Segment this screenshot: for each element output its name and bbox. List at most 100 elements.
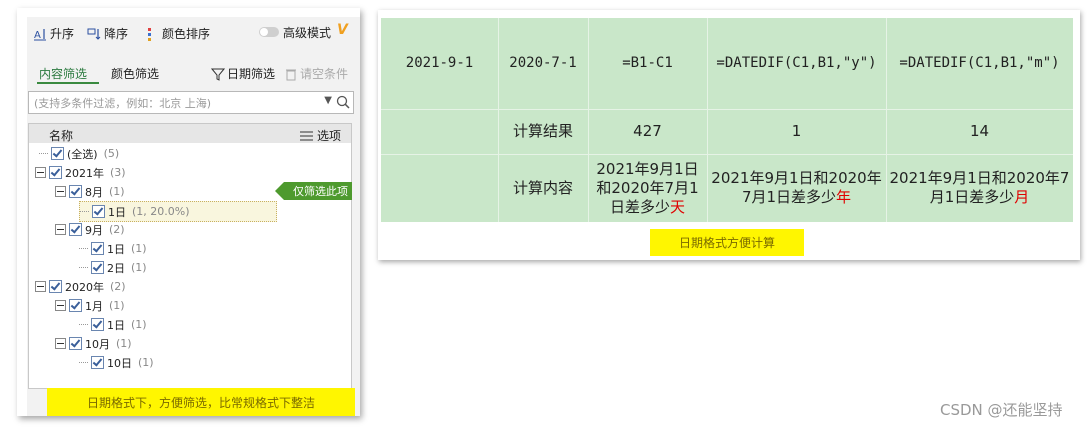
tree-item-select-all[interactable]: (全选) (5): [39, 144, 119, 163]
search-dropdown-icon[interactable]: ▼: [324, 95, 332, 106]
tree-item-label: 10月: [85, 337, 110, 351]
cell-c2[interactable]: 427: [588, 109, 707, 154]
sort-asc-button[interactable]: A 升序: [33, 25, 74, 42]
sort-desc-icon: [87, 28, 101, 40]
sort-desc-button[interactable]: 降序: [87, 25, 128, 42]
cell-d3-unit: 年: [836, 188, 852, 206]
tree-item-day-2[interactable]: 2日 (1): [79, 258, 147, 277]
tree-item-month-8[interactable]: 8月 (1): [55, 182, 125, 201]
cell-e3-text: 2021年9月1日和2020年7月1日差多少: [889, 169, 1070, 206]
tree-item-count: (2): [109, 223, 125, 236]
tree-item-label: 2021年: [65, 166, 104, 180]
checkbox[interactable]: [92, 205, 105, 218]
advanced-mode-toggle[interactable]: [259, 27, 279, 37]
color-sort-button[interactable]: 颜色排序: [145, 25, 210, 42]
clear-conditions-button[interactable]: 请空条件: [284, 65, 348, 82]
cell-d1[interactable]: =DATEDIF(C1,B1,"y"): [707, 18, 886, 109]
filter-tabs: 内容筛选 颜色筛选 日期筛选 请空条件: [27, 63, 360, 84]
tree-item-count: (5): [103, 147, 120, 160]
collapse-icon[interactable]: [55, 338, 66, 349]
search-icon[interactable]: [336, 95, 350, 109]
collapse-icon[interactable]: [35, 281, 46, 292]
tree-item-year-2021[interactable]: 2021年 (3): [35, 163, 126, 182]
checkbox[interactable]: [49, 166, 62, 179]
tree-item-day-10[interactable]: 10日 (1): [79, 353, 154, 372]
cell-a1[interactable]: 2021-9-1: [381, 18, 498, 109]
tree-item-count: (1): [131, 318, 147, 331]
checkbox[interactable]: [91, 261, 104, 274]
sort-asc-label: 升序: [50, 27, 75, 41]
sort-asc-icon: A: [34, 28, 46, 41]
search-input[interactable]: (支持多条件过滤，例如：北京 上海) ▼: [28, 91, 354, 114]
tree-item-month-10[interactable]: 10月 (1): [55, 334, 132, 353]
checkbox[interactable]: [69, 299, 82, 312]
tree-item-count: (1): [109, 185, 125, 198]
tab-color-filter[interactable]: 颜色筛选: [111, 65, 159, 82]
active-tab-underline: [37, 82, 99, 84]
tree-item-count: (1, 20.0%): [132, 205, 190, 218]
menu-icon: [300, 131, 313, 140]
advanced-mode-label: 高级模式: [283, 26, 332, 40]
cell-e2[interactable]: 14: [886, 109, 1073, 154]
sort-toolbar: A 升序 降序 颜色排序 高级模式 V: [27, 21, 360, 45]
cell-a3[interactable]: [381, 154, 498, 222]
cell-d3[interactable]: 2021年9月1日和2020年7月1日差多少年: [711, 154, 882, 222]
checkbox[interactable]: [69, 337, 82, 350]
tree-header-name: 名称: [49, 129, 74, 143]
color-sort-icon: [148, 27, 151, 41]
checkbox[interactable]: [91, 318, 104, 331]
tab-content-filter[interactable]: 内容筛选: [39, 65, 87, 82]
tree-header: 名称 选项: [29, 124, 351, 143]
sort-desc-label: 降序: [104, 27, 129, 41]
checkbox[interactable]: [69, 185, 82, 198]
collapse-icon[interactable]: [55, 186, 66, 197]
tree-item-label: 2020年: [65, 280, 104, 294]
tree-options-label: 选项: [317, 129, 342, 143]
clear-conditions-label: 请空条件: [300, 67, 349, 81]
checkbox[interactable]: [91, 242, 104, 255]
cell-c3-unit: 天: [670, 197, 686, 216]
only-filter-label: 仅筛选此项: [293, 185, 348, 198]
checkbox[interactable]: [91, 356, 104, 369]
tree-item-year-2020[interactable]: 2020年 (2): [35, 277, 126, 296]
spreadsheet-card: 2021-9-1 2020-7-1 =B1-C1 =DATEDIF(C1,B1,…: [378, 10, 1080, 260]
tree-item-label: 1日: [107, 242, 125, 256]
tree-item-day-1[interactable]: 1日 (1): [79, 315, 147, 334]
date-filter-label: 日期筛选: [227, 67, 276, 81]
checkbox[interactable]: [69, 223, 82, 236]
svg-text:A: A: [34, 30, 41, 41]
filter-note-highlight: 日期格式下，方便筛选，比常规格式下整洁: [47, 388, 355, 416]
tree-item-day-1-selected[interactable]: 1日 (1, 20.0%): [79, 201, 277, 222]
cell-b2[interactable]: 计算结果: [498, 109, 588, 154]
cell-e3[interactable]: 2021年9月1日和2020年7月1日差多少月: [889, 154, 1070, 222]
tree-item-count: (1): [131, 261, 147, 274]
collapse-icon[interactable]: [55, 300, 66, 311]
collapse-icon[interactable]: [35, 167, 46, 178]
tree-item-label: (全选): [67, 147, 98, 161]
trash-icon: [286, 69, 296, 80]
cell-e1[interactable]: =DATEDIF(C1,B1,"m"): [886, 18, 1073, 109]
tree-item-count: (1): [138, 356, 154, 369]
tree-item-count: (1): [131, 242, 147, 255]
only-filter-this-button[interactable]: 仅筛选此项: [275, 182, 352, 200]
cell-c1[interactable]: =B1-C1: [588, 18, 707, 109]
tree-item-month-1[interactable]: 1月 (1): [55, 296, 125, 315]
spreadsheet-grid: 2021-9-1 2020-7-1 =B1-C1 =DATEDIF(C1,B1,…: [381, 18, 1073, 222]
cell-b3[interactable]: 计算内容: [498, 154, 588, 222]
date-filter-button[interactable]: 日期筛选: [211, 65, 275, 82]
tree-item-label: 10日: [107, 356, 132, 370]
tree-item-month-9[interactable]: 9月 (2): [55, 220, 125, 239]
checkbox[interactable]: [51, 147, 64, 160]
vip-icon: V: [337, 22, 348, 38]
tree-options-button[interactable]: 选项: [300, 127, 341, 144]
tree-item-label: 9月: [85, 223, 103, 237]
cell-d2[interactable]: 1: [707, 109, 886, 154]
cell-c3[interactable]: 2021年9月1日和2020年7月1日差多少天: [591, 154, 704, 222]
cell-b1[interactable]: 2020-7-1: [498, 18, 588, 109]
funnel-icon: [211, 68, 225, 81]
tree-item-label: 2日: [107, 261, 125, 275]
collapse-icon[interactable]: [55, 224, 66, 235]
checkbox[interactable]: [49, 280, 62, 293]
tree-item-day-1[interactable]: 1日 (1): [79, 239, 147, 258]
cell-a2[interactable]: [381, 109, 498, 154]
